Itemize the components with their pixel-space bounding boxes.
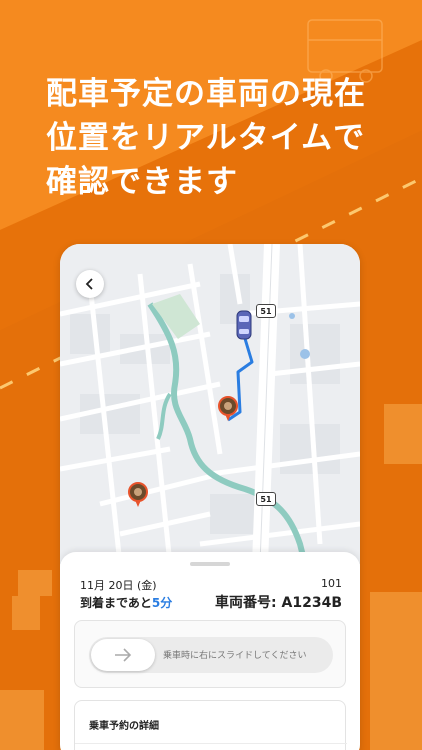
boarding-slider[interactable]: 乗車時に右にスライドしてください [89, 637, 333, 673]
route-51-badge: 51 [256, 492, 276, 506]
back-button[interactable] [76, 270, 104, 298]
destination-pin-icon [128, 482, 148, 507]
ride-details-title: 乗車予約の詳細 [89, 721, 159, 732]
route-51-badge: 51 [256, 304, 276, 318]
car-icon [236, 310, 252, 340]
back-arrow-icon [85, 278, 93, 290]
vehicle-id: 101 [321, 577, 342, 590]
headline-line-1: 配車予定の車両の現在 [46, 76, 366, 112]
vehicle-number: 車両番号: A1234B [215, 595, 342, 611]
headline-line-3: 確認できます [46, 164, 238, 200]
ride-info-sheet: 11月 20日 (金) 101 到着まであと5分 車両番号: A1234B 乗車… [60, 552, 360, 750]
slider-knob[interactable] [91, 639, 155, 671]
sheet-handle[interactable] [190, 562, 230, 566]
pickup-pin-icon [218, 396, 238, 421]
headline: 配車予定の車両の現在 位置をリアルタイムで 確認できます [46, 72, 366, 204]
boarding-slider-card: 乗車時に右にスライドしてください [74, 620, 346, 688]
arrival-prefix: 到着まであと [80, 596, 152, 610]
map-canvas [60, 244, 360, 565]
slider-instruction: 乗車時に右にスライドしてください [163, 651, 307, 661]
map-view[interactable]: 51 51 [60, 244, 360, 565]
ride-details-card[interactable]: 乗車予約の詳細 [74, 700, 347, 750]
phone-mockup: 51 51 11月 20日 (金) 101 到着まであと5分 車両番号: A12… [60, 244, 360, 750]
arrival-minutes: 5分 [151, 596, 173, 610]
headline-line-2: 位置をリアルタイムで [46, 120, 366, 156]
ride-date: 11月 20日 (金) [80, 579, 157, 592]
arrival-time: 到着まであと5分 [80, 594, 172, 611]
slide-arrow-icon [115, 648, 132, 662]
divider [75, 743, 347, 744]
